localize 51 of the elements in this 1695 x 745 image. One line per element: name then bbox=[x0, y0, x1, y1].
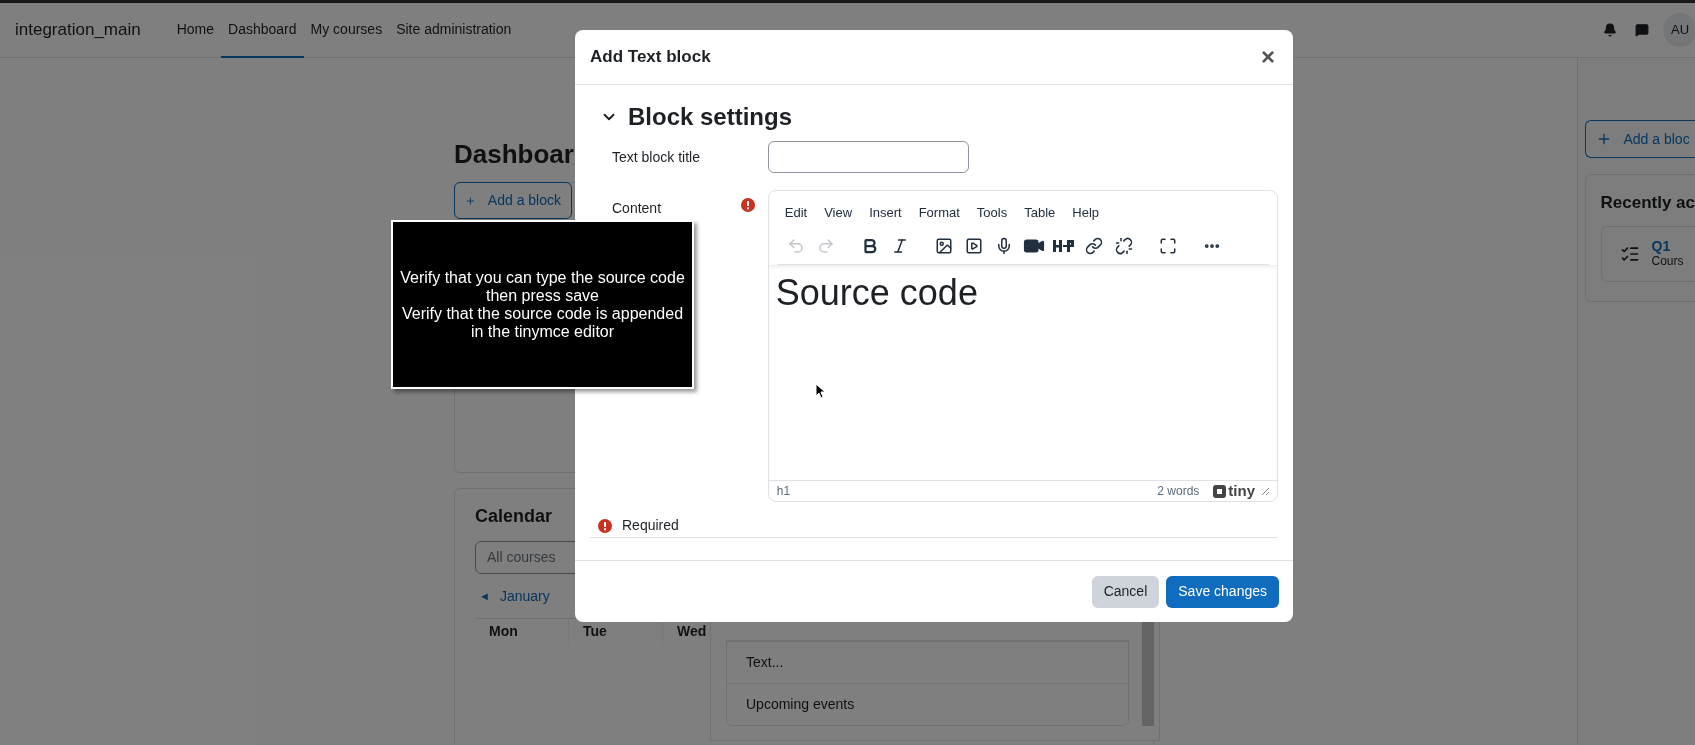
error-icon bbox=[598, 518, 612, 533]
editor-menu-item[interactable]: View bbox=[816, 203, 861, 223]
user-avatar[interactable]: AU bbox=[1663, 13, 1695, 47]
save-button[interactable]: Save changes bbox=[1166, 575, 1279, 608]
messages-icon[interactable] bbox=[1635, 23, 1649, 37]
note-line: Verify that you can type the source code bbox=[400, 268, 685, 287]
nav-link[interactable]: Home bbox=[169, 2, 222, 58]
section-title[interactable]: Block settings bbox=[628, 99, 793, 135]
quiz-icon bbox=[1619, 244, 1640, 264]
field-label: Content bbox=[612, 199, 662, 218]
mouse-pointer-icon bbox=[815, 383, 826, 399]
dialog-title: Add Text block bbox=[590, 46, 711, 69]
nav-link[interactable]: Dashboard bbox=[221, 2, 304, 58]
required-note: Required bbox=[622, 516, 679, 535]
cancel-button[interactable]: Cancel bbox=[1091, 575, 1160, 608]
month-link[interactable]: January bbox=[499, 585, 550, 607]
day-header: Mon bbox=[475, 619, 569, 644]
previous-month-arrow[interactable]: ◄ bbox=[479, 587, 490, 605]
recent-title: Recently ac bbox=[1600, 192, 1695, 214]
page-title: Dashboar bbox=[454, 138, 574, 171]
editor-menu-item[interactable]: Table bbox=[1016, 203, 1064, 223]
nav-link[interactable]: My courses bbox=[303, 2, 390, 58]
text-input[interactable] bbox=[768, 141, 969, 173]
calendar-title: Calendar bbox=[475, 505, 553, 528]
resize-handle-icon[interactable] bbox=[1261, 487, 1269, 495]
editor-menu-item[interactable]: Tools bbox=[968, 203, 1016, 223]
editor-menu-item[interactable]: Format bbox=[910, 203, 968, 223]
brand-icon bbox=[1213, 484, 1227, 498]
note-line: in the tinymce editor bbox=[470, 322, 615, 341]
block-list-item[interactable]: Text... bbox=[727, 641, 1128, 683]
add-block-button[interactable]: Add a bloc bbox=[1584, 120, 1695, 158]
recent-item[interactable]: Q1 Cours bbox=[1600, 226, 1695, 282]
site-name[interactable]: integration_main bbox=[15, 17, 141, 43]
editor-menu-item[interactable]: Insert bbox=[861, 203, 910, 223]
note-line: Verify that the source code is appended bbox=[401, 304, 684, 323]
block-list-item[interactable]: Upcoming events bbox=[727, 683, 1128, 725]
close-button[interactable]: × bbox=[1258, 47, 1278, 67]
item-title: Q1 bbox=[1651, 239, 1672, 254]
editor-heading: Source code bbox=[775, 271, 979, 315]
item-subtitle: Cours bbox=[1651, 254, 1684, 269]
editor-menu-item[interactable]: Edit bbox=[776, 203, 816, 223]
add-block-button[interactable]: Add a block bbox=[454, 182, 572, 219]
rich-text-editor[interactable]: Edit View Insert Format Tools Table Help Source code h1 2 words tiny bbox=[767, 190, 1278, 502]
field-label: Text block title bbox=[611, 147, 701, 167]
note-line: then press save bbox=[486, 286, 599, 305]
editor-brand[interactable]: tiny bbox=[1213, 479, 1255, 503]
editor-menu-item[interactable]: Help bbox=[1064, 203, 1107, 223]
nav-link[interactable]: Site administration bbox=[389, 2, 519, 58]
notifications-icon[interactable] bbox=[1603, 23, 1617, 37]
word-count[interactable]: 2 words bbox=[1157, 482, 1200, 500]
element-path[interactable]: h1 bbox=[776, 482, 791, 500]
